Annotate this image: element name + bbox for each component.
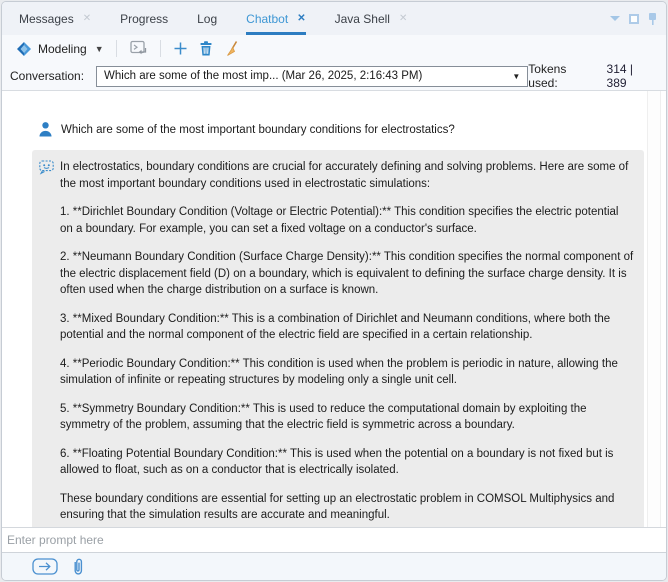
send-icon — [32, 558, 58, 575]
conversation-label: Conversation: — [10, 69, 84, 83]
send-to-shell-button[interactable] — [124, 37, 153, 60]
chat-transcript-area: Which are some of the most important bou… — [2, 91, 666, 528]
paperclip-icon — [71, 557, 85, 577]
clear-conversation-button[interactable] — [219, 37, 245, 61]
modeling-icon — [16, 41, 32, 57]
prompt-input[interactable] — [2, 528, 666, 552]
toolbar-separator — [160, 40, 161, 57]
tab-label: Java Shell — [335, 12, 390, 26]
chat-scroll-region[interactable]: Which are some of the most important bou… — [2, 91, 666, 527]
user-message-text: Which are some of the most important bou… — [61, 121, 455, 139]
tab-bar: Messages ✕ Progress Log Chatbot ✕ Java S… — [2, 2, 666, 35]
bot-paragraph: These boundary conditions are essential … — [60, 491, 634, 524]
broom-icon — [224, 40, 240, 58]
tab-label: Log — [197, 12, 217, 26]
prompt-row — [2, 528, 666, 553]
bot-paragraph: 2. **Neumann Boundary Condition (Surface… — [60, 249, 634, 299]
bot-message: In electrostatics, boundary conditions a… — [32, 150, 644, 527]
modeling-dropdown-button[interactable]: Modeling ▼ — [11, 39, 109, 59]
close-icon[interactable]: ✕ — [297, 14, 305, 24]
bot-paragraph: 5. **Symmetry Boundary Condition:** This… — [60, 401, 634, 434]
tokens-used: Tokens used: 314 | 389 — [528, 62, 658, 90]
bot-paragraph: In electrostatics, boundary conditions a… — [60, 159, 634, 192]
bot-paragraph: 3. **Mixed Boundary Condition:** This is… — [60, 311, 634, 344]
combo-caret-icon: ▼ — [512, 72, 520, 81]
user-icon — [38, 121, 53, 137]
tab-progress[interactable]: Progress — [120, 2, 168, 35]
caret-down-icon: ▼ — [95, 44, 104, 54]
toolbar-separator — [116, 40, 117, 57]
prompt-action-bar — [2, 553, 666, 580]
user-message: Which are some of the most important bou… — [32, 121, 644, 139]
bot-icon-holder — [38, 158, 55, 175]
conversation-row: Conversation: Which are some of the most… — [2, 62, 666, 91]
chatbot-icon — [38, 158, 55, 175]
console-icon — [129, 40, 148, 57]
tab-log[interactable]: Log — [197, 2, 217, 35]
chatbot-panel: Messages ✕ Progress Log Chatbot ✕ Java S… — [1, 1, 667, 581]
send-prompt-button[interactable] — [32, 558, 58, 575]
conversation-selected-value: Which are some of the most imp... (Mar 2… — [104, 70, 512, 82]
attach-file-button[interactable] — [71, 557, 85, 577]
tab-label: Messages — [19, 12, 74, 26]
tab-java-shell[interactable]: Java Shell ✕ — [335, 2, 408, 35]
tab-label: Chatbot — [246, 12, 288, 26]
close-icon[interactable]: ✕ — [83, 14, 91, 24]
window-controls — [610, 2, 657, 35]
maximize-icon[interactable] — [629, 14, 639, 24]
bot-paragraph: 1. **Dirichlet Boundary Condition (Volta… — [60, 204, 634, 237]
conversation-select[interactable]: Which are some of the most imp... (Mar 2… — [96, 66, 528, 87]
plus-icon — [173, 41, 188, 56]
tab-label: Progress — [120, 12, 168, 26]
tab-messages[interactable]: Messages ✕ — [19, 2, 91, 35]
scrollbar[interactable] — [647, 91, 661, 527]
pin-icon[interactable] — [648, 12, 657, 26]
bot-paragraph: 6. **Floating Potential Boundary Conditi… — [60, 446, 634, 479]
trash-icon — [198, 40, 214, 57]
new-conversation-button[interactable] — [168, 38, 193, 59]
delete-conversation-button[interactable] — [193, 37, 219, 60]
close-icon[interactable]: ✕ — [399, 14, 407, 24]
bot-paragraph: 4. **Periodic Boundary Condition:** This… — [60, 356, 634, 389]
chatbot-toolbar: Modeling ▼ — [2, 35, 666, 62]
modeling-label: Modeling — [38, 42, 87, 56]
chevron-down-icon[interactable] — [610, 16, 620, 21]
tokens-value: 314 | 389 — [607, 62, 656, 90]
tokens-label: Tokens used: — [528, 62, 598, 90]
tab-chatbot[interactable]: Chatbot ✕ — [246, 2, 305, 35]
